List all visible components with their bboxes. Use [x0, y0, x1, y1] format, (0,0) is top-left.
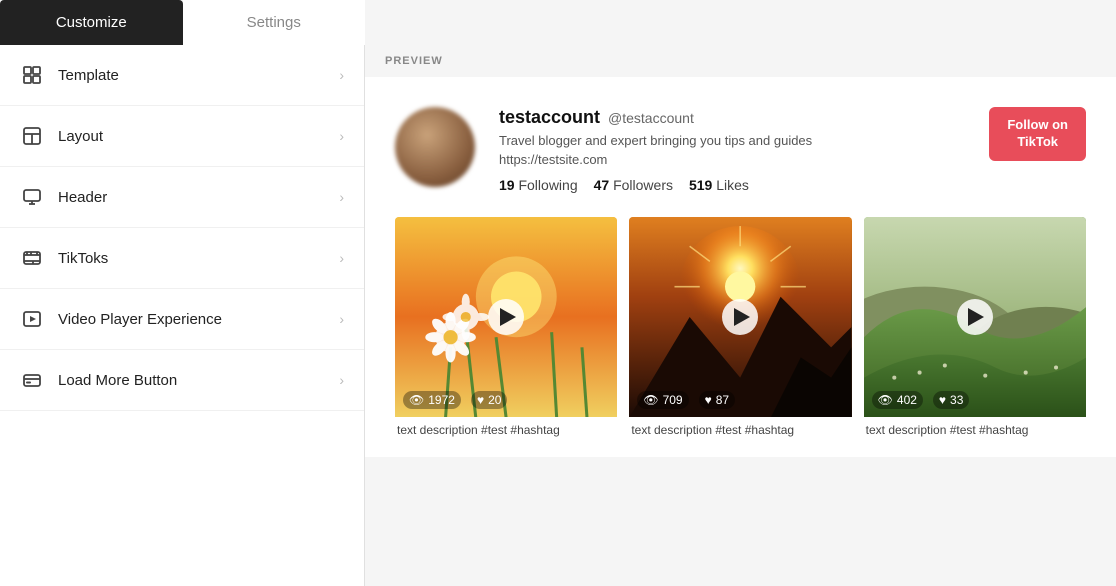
chevron-icon: ›: [339, 250, 344, 266]
load-more-label: Load More Button: [58, 372, 339, 389]
profile-header: testaccount @testaccount Travel blogger …: [395, 107, 1086, 193]
template-label: Template: [58, 67, 339, 84]
play-icon: [968, 308, 984, 326]
video-card-3[interactable]: 👁 402 ♥ 33 text description #test #hasht…: [864, 217, 1086, 437]
video-thumb-3: 👁 402 ♥ 33: [864, 217, 1086, 417]
chevron-icon: ›: [339, 67, 344, 83]
chevron-icon: ›: [339, 311, 344, 327]
header-label: Header: [58, 189, 339, 206]
likes-count: 519 Likes: [689, 177, 749, 193]
preview-label: PREVIEW: [365, 45, 1116, 77]
play-button-1[interactable]: [488, 299, 524, 335]
heart-icon: ♥: [705, 393, 712, 407]
view-count-1: 👁 1972: [403, 391, 461, 409]
play-icon: [500, 308, 516, 326]
video-desc-1: text description #test #hashtag: [395, 417, 617, 437]
followers-count: 47 Followers: [594, 177, 673, 193]
eye-icon: 👁: [878, 393, 893, 407]
profile-name-row: testaccount @testaccount: [499, 107, 989, 128]
avatar: [395, 107, 475, 187]
view-count-2: 👁 709: [637, 391, 688, 409]
video-stats-1: 👁 1972 ♥ 20: [403, 391, 507, 409]
profile-handle: @testaccount: [608, 110, 694, 126]
sidebar-item-layout[interactable]: Layout ›: [0, 106, 364, 167]
profile-stats: 19 Following 47 Followers 519 Likes: [499, 177, 989, 193]
video-thumb-2: 👁 709 ♥ 87: [629, 217, 851, 417]
sidebar-item-header[interactable]: Header ›: [0, 167, 364, 228]
sidebar-item-video-player[interactable]: Video Player Experience ›: [0, 289, 364, 350]
credit-card-icon: [20, 368, 44, 392]
tab-settings[interactable]: Settings: [183, 0, 366, 45]
video-stats-2: 👁 709 ♥ 87: [637, 391, 735, 409]
like-count-3: ♥ 33: [933, 391, 969, 409]
heart-icon: ♥: [939, 393, 946, 407]
sidebar: Template › Layout ›: [0, 45, 365, 586]
monitor-icon: [20, 185, 44, 209]
play-icon: [734, 308, 750, 326]
video-thumb-1: 👁 1972 ♥ 20: [395, 217, 617, 417]
following-count: 19 Following: [499, 177, 578, 193]
view-count-3: 👁 402: [872, 391, 923, 409]
video-desc-2: text description #test #hashtag: [629, 417, 851, 437]
chevron-icon: ›: [339, 189, 344, 205]
chevron-icon: ›: [339, 128, 344, 144]
film-icon: [20, 246, 44, 270]
video-desc-3: text description #test #hashtag: [864, 417, 1086, 437]
chevron-icon: ›: [339, 372, 344, 388]
sidebar-item-load-more[interactable]: Load More Button ›: [0, 350, 364, 411]
eye-icon: 👁: [409, 393, 424, 407]
video-grid: 👁 1972 ♥ 20 text description #test #hash…: [395, 217, 1086, 437]
video-card-1[interactable]: 👁 1972 ♥ 20 text description #test #hash…: [395, 217, 617, 437]
sidebar-item-tiktoks[interactable]: TikToks ›: [0, 228, 364, 289]
sidebar-item-template[interactable]: Template ›: [0, 45, 364, 106]
profile-bio: Travel blogger and expert bringing you t…: [499, 132, 989, 150]
layout-icon: [20, 124, 44, 148]
layout-label: Layout: [58, 128, 339, 145]
video-card-2[interactable]: 👁 709 ♥ 87 text description #test #hasht…: [629, 217, 851, 437]
video-player-label: Video Player Experience: [58, 311, 339, 328]
preview-content: testaccount @testaccount Travel blogger …: [365, 77, 1116, 457]
eye-icon: 👁: [643, 393, 658, 407]
profile-info: testaccount @testaccount Travel blogger …: [499, 107, 989, 193]
play-square-icon: [20, 307, 44, 331]
like-count-1: ♥ 20: [471, 391, 507, 409]
tab-customize[interactable]: Customize: [0, 0, 183, 45]
preview-panel: PREVIEW testaccount @testaccount Travel …: [365, 45, 1116, 586]
profile-link: https://testsite.com: [499, 152, 989, 167]
play-button-3[interactable]: [957, 299, 993, 335]
tiktoks-label: TikToks: [58, 250, 339, 267]
profile-name: testaccount: [499, 107, 600, 128]
grid-icon: [20, 63, 44, 87]
play-button-2[interactable]: [722, 299, 758, 335]
like-count-2: ♥ 87: [699, 391, 735, 409]
heart-icon: ♥: [477, 393, 484, 407]
video-stats-3: 👁 402 ♥ 33: [872, 391, 970, 409]
follow-button[interactable]: Follow onTikTok: [989, 107, 1086, 161]
